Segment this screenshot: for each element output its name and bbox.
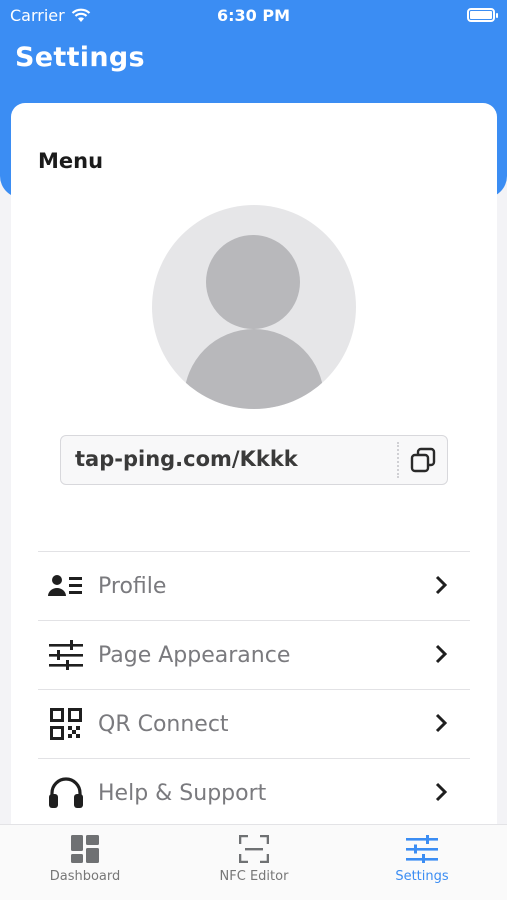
page-title: Settings: [15, 42, 145, 73]
avatar-body-shape: [184, 329, 324, 409]
tab-settings[interactable]: Settings: [352, 835, 492, 895]
profile-url-text: tap-ping.com/Kkkk: [75, 447, 298, 471]
settings-sliders-icon: [406, 835, 438, 863]
sliders-icon: [46, 637, 86, 673]
status-bar: Carrier 6:30 PM: [0, 0, 507, 30]
dashboard-icon: [71, 835, 99, 863]
tab-label: NFC Editor: [219, 869, 289, 884]
scan-frame-icon: [239, 835, 269, 863]
tab-label: Settings: [395, 869, 449, 884]
profile-card-icon: [46, 568, 86, 604]
menu-heading: Menu: [38, 149, 104, 173]
battery-icon: [467, 8, 498, 22]
status-time: 6:30 PM: [216, 6, 290, 25]
headphones-icon: [46, 775, 86, 811]
avatar[interactable]: [152, 205, 356, 409]
copy-url-button[interactable]: [397, 442, 447, 478]
settings-menu-list: Profile Page Appearance QR Connect Help …: [38, 551, 470, 827]
profile-url-field: tap-ping.com/Kkkk: [60, 435, 448, 485]
chevron-right-icon: [435, 644, 448, 664]
menu-item-label: Profile: [98, 573, 167, 599]
tab-dashboard[interactable]: Dashboard: [15, 835, 155, 895]
chevron-right-icon: [435, 782, 448, 802]
menu-card: Menu tap-ping.com/Kkkk Profile Page Appe…: [11, 103, 497, 843]
qr-code-icon: [46, 706, 86, 742]
bottom-tab-bar: Dashboard NFC Editor Settings: [0, 824, 507, 900]
chevron-right-icon: [435, 575, 448, 595]
tab-nfc-editor[interactable]: NFC Editor: [184, 835, 324, 895]
menu-item-label: QR Connect: [98, 711, 229, 737]
chevron-right-icon: [435, 713, 448, 733]
menu-item-help-support[interactable]: Help & Support: [38, 758, 470, 827]
menu-item-page-appearance[interactable]: Page Appearance: [38, 620, 470, 689]
menu-item-qr-connect[interactable]: QR Connect: [38, 689, 470, 758]
copy-icon: [410, 447, 436, 473]
avatar-head-shape: [206, 235, 300, 329]
menu-item-label: Page Appearance: [98, 642, 291, 668]
menu-item-profile[interactable]: Profile: [38, 551, 470, 620]
menu-item-label: Help & Support: [98, 780, 267, 806]
tab-label: Dashboard: [49, 869, 121, 884]
